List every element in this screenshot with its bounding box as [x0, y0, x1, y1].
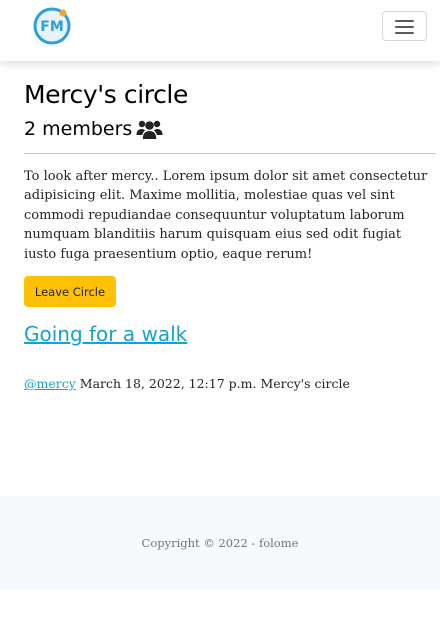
leave-circle-button[interactable]: Leave Circle: [24, 276, 116, 307]
footer: Copyright © 2022 - folome: [0, 496, 440, 590]
navbar: FM: [0, 0, 440, 61]
navbar-toggler-button[interactable]: [382, 11, 427, 41]
users-icon: [136, 120, 163, 139]
page-title: Mercy's circle: [24, 80, 188, 109]
copyright-text: Copyright © 2022 - folome: [141, 536, 299, 550]
circle-description: To look after mercy.. Lorem ipsum dolor …: [24, 169, 428, 262]
logo-text: FM: [40, 19, 64, 35]
members-count: 2 members: [24, 118, 163, 140]
post-author-link[interactable]: @mercy: [24, 376, 76, 391]
logo[interactable]: FM: [32, 6, 74, 46]
divider: [24, 153, 436, 154]
post-meta: @mercy March 18, 2022, 12:17 p.m. Mercy'…: [24, 376, 350, 391]
post-date: March 18, 2022, 12:17 p.m.: [79, 376, 257, 391]
post-circle-name: Mercy's circle: [260, 376, 350, 391]
members-label: 2 members: [24, 118, 133, 140]
post-title-link[interactable]: Going for a walk: [24, 322, 187, 346]
